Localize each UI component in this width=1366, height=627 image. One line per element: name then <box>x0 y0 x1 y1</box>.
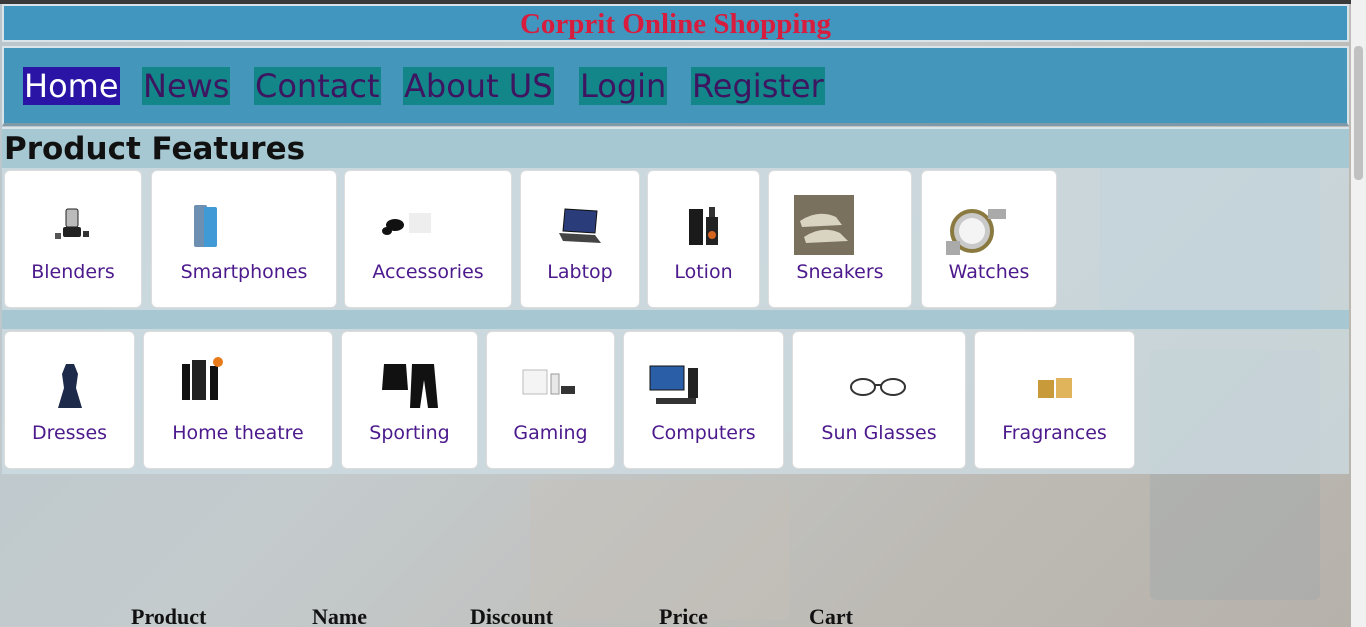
site-header: Corprit Online Shopping <box>2 4 1349 42</box>
category-card-dresses[interactable]: Dresses <box>4 331 135 469</box>
category-card-lotion[interactable]: Lotion <box>647 170 760 308</box>
lotion-icon <box>688 207 718 245</box>
category-card-watches[interactable]: Watches <box>921 170 1057 308</box>
nav-news[interactable]: News <box>142 67 231 105</box>
category-label: Smartphones <box>180 261 308 283</box>
site-title: Corprit Online Shopping <box>519 8 832 40</box>
category-label: Watches <box>948 261 1030 283</box>
category-card-home-theatre[interactable]: Home theatre <box>143 331 333 469</box>
dress-icon <box>57 364 82 408</box>
category-card-sneakers[interactable]: Sneakers <box>768 170 912 308</box>
category-card-sporting[interactable]: Sporting <box>341 331 478 469</box>
glasses-icon <box>850 378 906 396</box>
nav-about-us[interactable]: About US <box>403 67 554 105</box>
category-label: Computers <box>651 422 756 444</box>
category-card-blenders[interactable]: Blenders <box>4 170 142 308</box>
table-header-discount: Discount <box>470 604 554 627</box>
section-heading: Product Features <box>4 131 306 167</box>
smartphone-icon <box>194 205 217 247</box>
watch-icon <box>946 209 1006 255</box>
category-card-smartphones[interactable]: Smartphones <box>151 170 337 308</box>
speaker-icon <box>182 357 223 400</box>
computer-icon <box>649 365 698 404</box>
category-label: Blenders <box>31 261 115 283</box>
category-card-computers[interactable]: Computers <box>623 331 784 469</box>
blender-icon <box>55 208 89 239</box>
category-label: Labtop <box>547 261 613 283</box>
tracksuit-icon <box>381 364 438 408</box>
earbuds-icon <box>382 213 431 235</box>
laptop-icon <box>559 208 601 243</box>
category-card-gaming[interactable]: Gaming <box>486 331 615 469</box>
table-header-product: Product <box>131 604 207 627</box>
category-label: Sun Glasses <box>821 422 937 444</box>
category-label: Home theatre <box>172 422 304 444</box>
scrollbar-thumb[interactable] <box>1354 46 1363 180</box>
table-header-price: Price <box>659 604 708 627</box>
category-label: Lotion <box>674 261 733 283</box>
category-label: Fragrances <box>1002 422 1107 444</box>
table-header-name: Name <box>312 604 367 627</box>
category-label: Accessories <box>372 261 484 283</box>
category-card-fragrances[interactable]: Fragrances <box>974 331 1135 469</box>
category-label: Gaming <box>513 422 588 444</box>
category-card-labtop[interactable]: Labtop <box>520 170 640 308</box>
sneakers-icon <box>794 195 854 255</box>
row-divider <box>2 310 1349 329</box>
category-label: Dresses <box>31 422 108 444</box>
background-promo-shape <box>530 480 790 620</box>
fragrance-icon <box>1037 378 1072 398</box>
category-card-sun-glasses[interactable]: Sun Glasses <box>792 331 966 469</box>
category-card-accessories[interactable]: Accessories <box>344 170 512 308</box>
nav-home[interactable]: Home <box>23 67 120 105</box>
main-nav: Home News Contact About US Login Registe… <box>2 46 1349 126</box>
product-features-section: Product Features <box>2 127 1349 168</box>
category-label: Sneakers <box>796 261 884 283</box>
nav-login[interactable]: Login <box>579 67 668 105</box>
nav-contact[interactable]: Contact <box>254 67 381 105</box>
console-icon <box>522 369 575 395</box>
category-label: Sporting <box>369 422 450 444</box>
table-header-cart: Cart <box>809 604 853 627</box>
nav-register[interactable]: Register <box>691 67 825 105</box>
